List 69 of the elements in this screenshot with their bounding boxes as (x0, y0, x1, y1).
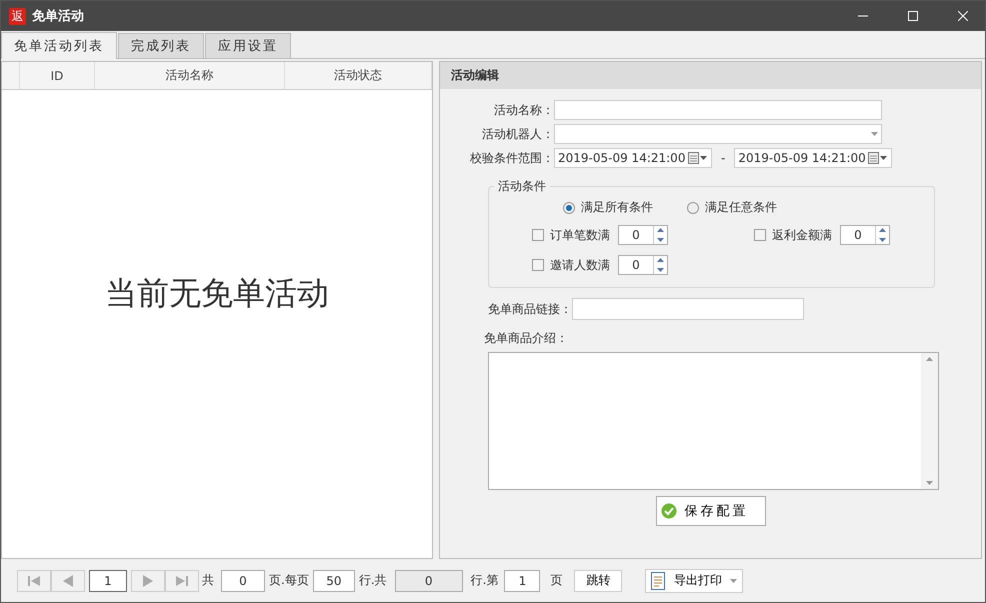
caret-icon (730, 578, 738, 582)
range-separator: - (721, 151, 726, 165)
pager-label: 页.每页 (269, 572, 309, 589)
last-page-button[interactable] (165, 570, 199, 592)
total-rows-field: 0 (394, 570, 463, 592)
checkbox-option[interactable]: 订单笔数满 (532, 226, 610, 244)
pager-label: 页 (550, 572, 562, 589)
app-logo: 返 (9, 8, 26, 24)
last-page-icon (175, 574, 189, 588)
panel-title: 活动编辑 (440, 62, 981, 89)
field-label: 免单商品介绍： (484, 330, 568, 346)
date-field[interactable]: 2019-05-09 14:21:00 (734, 148, 892, 168)
document-icon (651, 572, 666, 590)
checkbox-option[interactable]: 邀请人数满 (532, 256, 610, 274)
save-button[interactable]: 保存配置 (656, 496, 766, 526)
text-area[interactable] (488, 352, 939, 490)
input-field[interactable] (572, 298, 804, 320)
checkbox-option[interactable]: 返利金额满 (754, 226, 832, 244)
input-field[interactable] (554, 100, 882, 120)
field-label: 活动名称： (493, 102, 554, 118)
field-label: 免单商品链接： (487, 300, 572, 318)
group-title: 活动条件 (497, 178, 547, 195)
jump-button[interactable]: 跳转 (574, 570, 622, 592)
window-title: 免单活动 (32, 8, 85, 25)
tab[interactable]: 免单活动列表 (1, 32, 117, 59)
previous-page-button[interactable] (51, 570, 85, 592)
next-page-button[interactable] (131, 570, 165, 592)
radio-option[interactable]: 满足所有条件 (563, 199, 653, 216)
dropdown-field[interactable] (554, 124, 882, 144)
number-spinner[interactable]: 0 (618, 255, 668, 275)
up-arrow-icon[interactable] (876, 226, 889, 235)
radio-option[interactable]: 满足任意条件 (687, 199, 777, 216)
first-page-icon (27, 574, 41, 588)
per-page-field[interactable]: 50 (312, 570, 355, 592)
goto-page-field[interactable]: 1 (504, 570, 540, 592)
export-button[interactable]: 导出打印 (645, 568, 744, 592)
check-icon (660, 503, 676, 519)
page-field[interactable]: 1 (89, 570, 127, 592)
calendar-icon (868, 152, 888, 164)
scroll-bar[interactable] (921, 353, 938, 489)
maximize-icon (908, 11, 918, 21)
total-pages-field: 0 (221, 570, 265, 592)
up-arrow-icon[interactable] (654, 226, 667, 235)
pager-label: 行.共 (358, 572, 387, 589)
pager-label: 共 (202, 572, 214, 589)
tab[interactable]: 应用设置 (205, 33, 291, 58)
number-spinner[interactable]: 0 (618, 225, 668, 245)
down-arrow-icon[interactable] (654, 235, 667, 244)
previous-page-icon (61, 574, 75, 588)
up-arrow-icon[interactable] (654, 256, 667, 265)
column-header[interactable]: ID (20, 62, 95, 89)
number-spinner[interactable]: 0 (840, 225, 890, 245)
pager-label: 行.第 (470, 572, 498, 589)
close-icon (958, 11, 968, 21)
calendar-icon (688, 152, 708, 164)
first-page-button[interactable] (17, 570, 51, 592)
down-arrow-icon[interactable] (654, 265, 667, 274)
up-arrow-icon (926, 357, 933, 361)
column-header[interactable]: 活动名称 (95, 62, 285, 89)
date-field[interactable]: 2019-05-09 14:21:00 (554, 148, 712, 168)
down-arrow-icon[interactable] (876, 235, 889, 244)
field-label: 校验条件范围： (469, 150, 554, 166)
column-header[interactable]: 活动状态 (285, 62, 432, 89)
caret-icon (871, 132, 878, 136)
field-label: 活动机器人： (481, 126, 554, 142)
empty-message: 当前无免单活动 (105, 273, 329, 314)
next-page-icon (141, 574, 155, 588)
down-arrow-icon (926, 481, 933, 485)
tab[interactable]: 完成列表 (118, 33, 204, 58)
